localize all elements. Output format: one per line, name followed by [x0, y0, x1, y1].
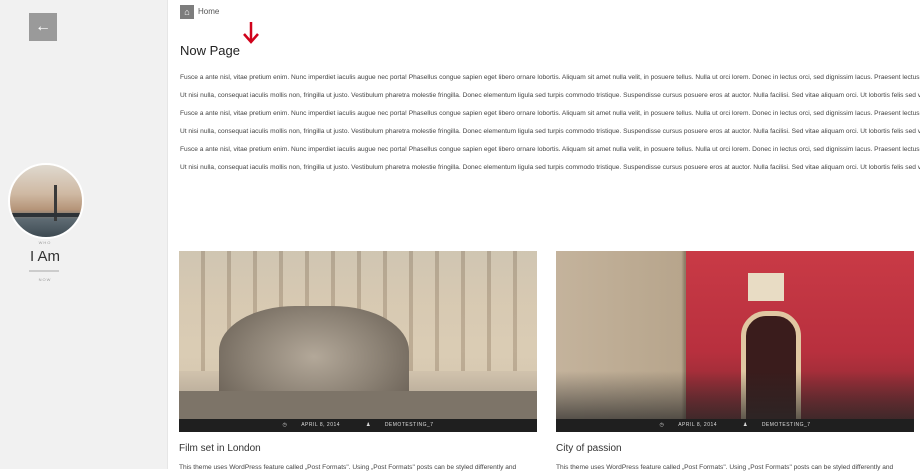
image-shadow-shape [556, 371, 914, 419]
post-author[interactable]: DEMOTESTING_7 [762, 422, 811, 428]
name-divider [29, 270, 59, 272]
content-paragraph: Fusce a ante nisl, vitae pretium enim. N… [180, 74, 920, 81]
content-paragraph: Ut nisi nulla, consequat iaculis mollis … [180, 92, 920, 99]
post-meta-bar: ◷ APRIL 8, 2014 ♟ DEMOTESTING_7 [556, 419, 914, 432]
content-paragraph: Ut nisi nulla, consequat iaculis mollis … [180, 128, 920, 135]
sidebar: ← WHO I Am NOW [0, 0, 168, 469]
post-image-red-gate[interactable] [556, 251, 914, 419]
post-date[interactable]: APRIL 8, 2014 [678, 422, 717, 428]
who-label: WHO [38, 240, 52, 245]
content-paragraph: Fusce a ante nisl, vitae pretium enim. N… [180, 110, 920, 117]
home-icon[interactable]: ⌂ [180, 5, 194, 19]
post-card[interactable]: ◷ APRIL 8, 2014 ♟ DEMOTESTING_7 Film set… [179, 251, 537, 471]
avatar-bridge-shape [10, 213, 82, 217]
post-title[interactable]: Film set in London [179, 443, 537, 454]
post-title[interactable]: City of passion [556, 443, 914, 454]
post-meta-bar: ◷ APRIL 8, 2014 ♟ DEMOTESTING_7 [179, 419, 537, 432]
content-paragraph: Ut nisi nulla, consequat iaculis mollis … [180, 164, 920, 171]
page-content: Fusce a ante nisl, vitae pretium enim. N… [180, 73, 920, 181]
clock-icon: ◷ [659, 422, 665, 428]
back-arrow-icon[interactable]: ← [29, 13, 57, 41]
image-ground-shape [179, 391, 537, 419]
content-paragraph: Fusce a ante nisl, vitae pretium enim. N… [180, 146, 920, 153]
post-image-elephant-sculpture[interactable] [179, 251, 537, 419]
clock-icon: ◷ [282, 422, 288, 428]
profile-name: I Am [29, 248, 60, 265]
image-plaque-shape [748, 273, 784, 301]
user-icon: ♟ [742, 422, 748, 428]
post-excerpt: This theme uses WordPress feature called… [556, 464, 894, 471]
post-author[interactable]: DEMOTESTING_7 [385, 422, 434, 428]
avatar[interactable] [8, 163, 84, 239]
breadcrumb-home-link[interactable]: Home [198, 7, 219, 16]
post-date[interactable]: APRIL 8, 2014 [301, 422, 340, 428]
page-title: Now Page [180, 43, 240, 58]
red-down-arrow-icon [243, 22, 259, 44]
now-label: NOW [38, 277, 52, 282]
post-card[interactable]: ◷ APRIL 8, 2014 ♟ DEMOTESTING_7 City of … [556, 251, 914, 471]
post-excerpt: This theme uses WordPress feature called… [179, 464, 517, 471]
user-icon: ♟ [365, 422, 371, 428]
